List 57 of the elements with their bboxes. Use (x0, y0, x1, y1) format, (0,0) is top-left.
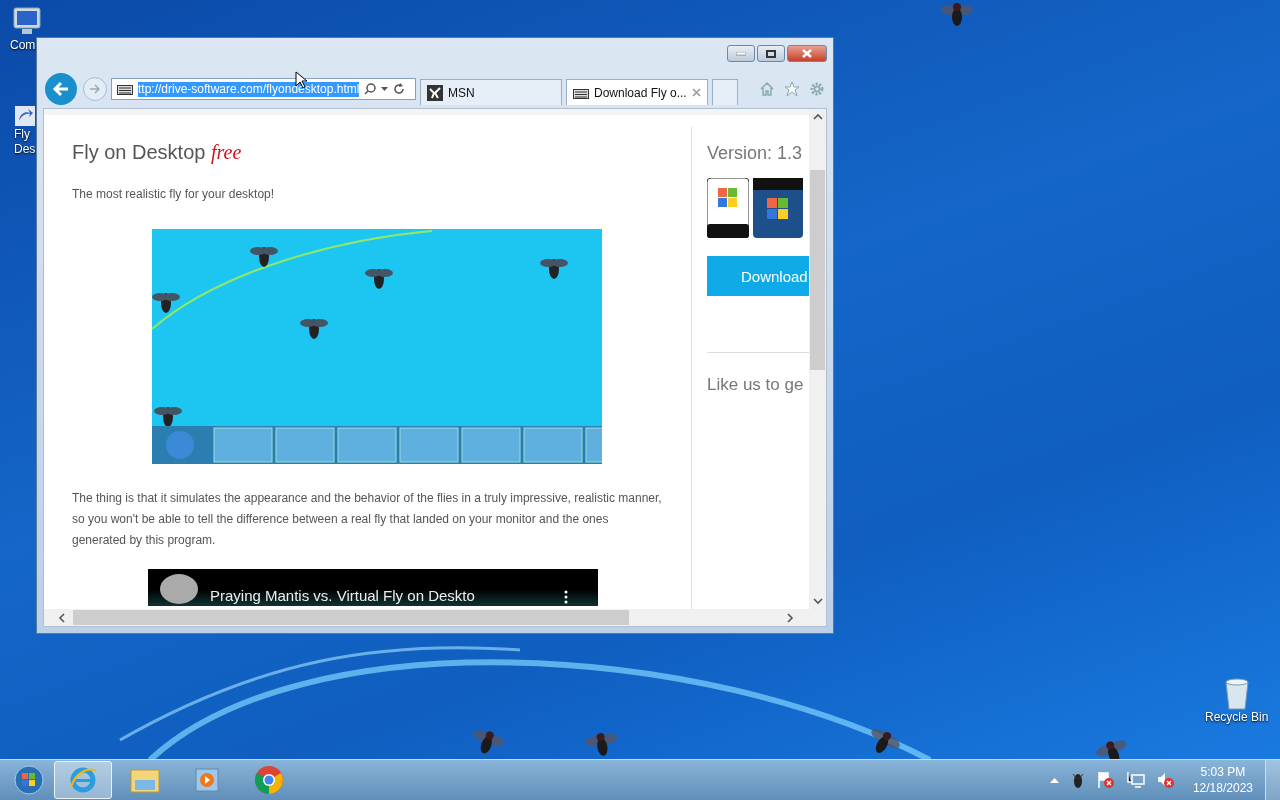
home-icon[interactable] (759, 81, 775, 97)
page-title: Fly on Desktop (72, 141, 206, 163)
forward-arrow-icon (89, 84, 101, 94)
media-player-icon (193, 766, 221, 794)
more-options-icon[interactable] (564, 590, 568, 604)
back-button[interactable] (43, 71, 79, 107)
scrollbar-thumb[interactable] (810, 170, 825, 370)
windows-logo-icon (14, 765, 44, 795)
icon-label: Fly (14, 127, 30, 142)
refresh-icon[interactable] (393, 83, 406, 95)
scroll-left-icon[interactable] (58, 612, 65, 623)
url-text: ttp://drive-software.com/flyondesktop.html (138, 81, 360, 97)
close-tab-icon[interactable] (692, 88, 701, 97)
windows-7-badge-drawing (753, 178, 803, 238)
horizontal-scrollbar[interactable] (44, 609, 826, 626)
show-desktop-button[interactable] (1265, 760, 1280, 800)
scroll-down-icon[interactable] (812, 598, 823, 605)
settings-icon[interactable] (809, 81, 825, 97)
windows-xp-badge-drawing (707, 178, 749, 238)
scrollbar-thumb[interactable] (73, 610, 629, 625)
maximize-icon (766, 49, 776, 58)
icon-label: Des (14, 142, 36, 157)
network-icon[interactable] (1126, 771, 1145, 789)
back-arrow-icon (52, 81, 70, 97)
icon-label: Recycle Bin (1205, 710, 1269, 725)
scroll-right-icon[interactable] (787, 612, 794, 623)
browser-tab[interactable]: MSN (420, 79, 562, 105)
search-icon[interactable] (364, 83, 377, 95)
maximize-button[interactable] (757, 45, 785, 62)
shortcut-icon[interactable] (14, 105, 36, 127)
close-icon (802, 49, 812, 58)
chrome-logo-icon (254, 765, 284, 795)
video-title[interactable]: Praying Mantis vs. Virtual Fly on Deskto (210, 587, 552, 604)
minimize-icon (736, 51, 746, 56)
keyboard-icon (117, 83, 133, 95)
icon-label: Com (10, 38, 36, 53)
tagline: The most realistic fly for your desktop! (72, 186, 276, 203)
letter-e-logo-icon (68, 765, 98, 795)
free-tag: free (210, 141, 242, 163)
close-button[interactable] (787, 45, 827, 62)
star-icon[interactable] (784, 81, 800, 97)
version-label: Version: 1.3 (707, 143, 804, 164)
flag-error-icon[interactable] (1096, 771, 1115, 789)
new-tab-button[interactable] (712, 79, 738, 105)
show-hidden-icons-icon[interactable] (1049, 777, 1059, 783)
speaker-muted-icon[interactable] (1156, 771, 1175, 789)
fly-icon[interactable] (1070, 771, 1085, 789)
recycle-bin-icon[interactable] (1223, 678, 1250, 710)
folder-icon (129, 766, 161, 794)
scroll-up-icon[interactable] (812, 113, 823, 120)
description-paragraph: The thing is that it simulates the appearance and the behavior of the flies in a truly impressive, realistic manner, so you won't be able to tell the difference between a real fly that landed on your monitor and the ones generated by this program. (72, 490, 662, 549)
vertical-scrollbar[interactable] (809, 109, 826, 609)
keyboard-icon (573, 86, 589, 99)
taskbar-button[interactable] (54, 761, 112, 799)
dropdown-caret-icon[interactable] (381, 87, 389, 91)
browser-tab[interactable]: Download Fly o... (566, 79, 708, 105)
channel-avatar (160, 574, 198, 604)
